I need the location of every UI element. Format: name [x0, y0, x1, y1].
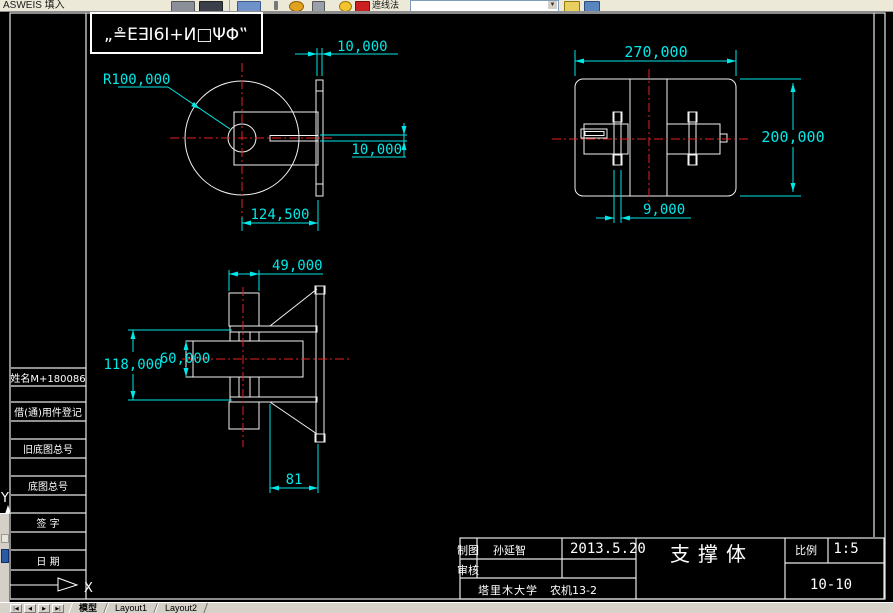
ball-icon[interactable]	[339, 1, 352, 11]
rotate-icon[interactable]	[312, 1, 325, 11]
dim-gusset-width: 81	[286, 472, 303, 488]
first-tab-button[interactable]: |◀	[10, 604, 22, 613]
layout-tab-bar: |◀ ◀ ▶ ▶| 模型 Layout1 Layout2	[0, 602, 893, 613]
pointer-icon[interactable]	[564, 1, 580, 11]
palette-icon[interactable]	[1, 534, 9, 543]
application-window: 姓名M+180086 借(通)用件登记 旧底图总号 底图总号 签 字 日 期 „…	[0, 0, 893, 613]
next-tab-button[interactable]: ▶	[38, 604, 50, 613]
strip-row-date: 日 期	[36, 556, 59, 568]
ucs-x-label: X	[84, 581, 93, 596]
strip-row-id: 姓名M+180086	[10, 372, 85, 385]
title-school: 塔里木大学	[478, 583, 538, 597]
side-view-centerlines	[182, 287, 352, 447]
strip-row-base-no: 底图总号	[28, 480, 68, 493]
strip-row-sign: 签 字	[36, 517, 59, 530]
red-swatch-icon[interactable]	[355, 1, 370, 11]
title-block: 制图 孙延智 2013.5.20 审核 支撑体 比例 1:5 10-10 塔里木…	[457, 537, 885, 600]
dim-slot-height: 10,000	[351, 142, 402, 158]
docked-toolbar-sliver[interactable]	[0, 513, 10, 603]
sphere-icon[interactable]	[289, 1, 304, 11]
dim-top-height: 200,000	[761, 128, 824, 146]
top-view-geometry	[574, 78, 737, 197]
chevron-down-icon[interactable]: ▼	[548, 1, 557, 9]
title-class: 农机13-2	[550, 583, 597, 597]
binoculars-icon[interactable]	[171, 1, 195, 11]
title-scale-label: 比例	[795, 543, 817, 557]
left-strip: 姓名M+180086 借(通)用件登记 旧底图总号 底图总号 签 字 日 期	[10, 367, 86, 571]
stamp-box: „≗E∃I6I+И□ΨΦ‟	[90, 12, 263, 54]
title-drafter: 孙延智	[493, 543, 526, 557]
title-date: 2013.5.20	[570, 541, 646, 557]
dim-side-span: 118,000	[103, 357, 162, 373]
dim-body-height: 60,000	[160, 351, 211, 367]
layers-icon[interactable]	[237, 1, 261, 11]
last-tab-button[interactable]: ▶|	[52, 604, 64, 613]
strip-row-borrow: 借(通)用件登记	[14, 406, 82, 419]
window-icon[interactable]	[1, 549, 9, 563]
dim-side-top-width: 49,000	[272, 258, 323, 274]
title-check-label: 审核	[457, 563, 479, 577]
ucs-icon: Y X	[0, 491, 93, 596]
stack-icon[interactable]	[584, 1, 600, 11]
tab-model[interactable]: 模型	[67, 603, 109, 613]
strip-row-old-no: 旧底图总号	[23, 443, 73, 456]
dim-plate-thickness: 9,000	[643, 202, 685, 218]
dim-radius: R100,000	[103, 72, 170, 88]
shade-mode-label: 遮线法	[372, 0, 400, 10]
tab-layout2[interactable]: Layout2	[153, 603, 209, 613]
sheet-frame	[9, 12, 886, 600]
dim-top-width: 270,000	[624, 43, 687, 61]
side-view-dimensions: 49,000 118,000 60,000 81	[103, 258, 323, 493]
monitor-icon[interactable]	[199, 1, 223, 11]
title-drawing-no: 10-10	[810, 577, 852, 593]
toolbar-text-fragment: ASWEIS 填入	[3, 0, 65, 11]
title-scale-value: 1:5	[833, 541, 858, 557]
front-view-dimensions: R100,000 10,000 10,000 124,500	[103, 39, 407, 231]
dim-flange-thickness: 10,000	[337, 39, 388, 55]
layer-combo-box[interactable]: ▼	[410, 0, 559, 11]
stamp-text: „≗E∃I6I+И□ΨΦ‟	[104, 25, 248, 45]
dim-front-width: 124,500	[250, 207, 309, 223]
title-draw-label: 制图	[457, 544, 479, 557]
toolbar-separator	[229, 0, 230, 11]
prev-tab-button[interactable]: ◀	[24, 604, 36, 613]
drawing-canvas[interactable]: 姓名M+180086 借(通)用件登记 旧底图总号 底图总号 签 字 日 期 „…	[0, 0, 893, 613]
tab-layout1[interactable]: Layout1	[103, 603, 159, 613]
dot-icon[interactable]	[274, 1, 278, 10]
ucs-y-label: Y	[0, 491, 9, 506]
title-part-name: 支撑体	[670, 542, 754, 566]
top-toolbar: ASWEIS 填入 遮线法 ▼	[0, 0, 893, 12]
